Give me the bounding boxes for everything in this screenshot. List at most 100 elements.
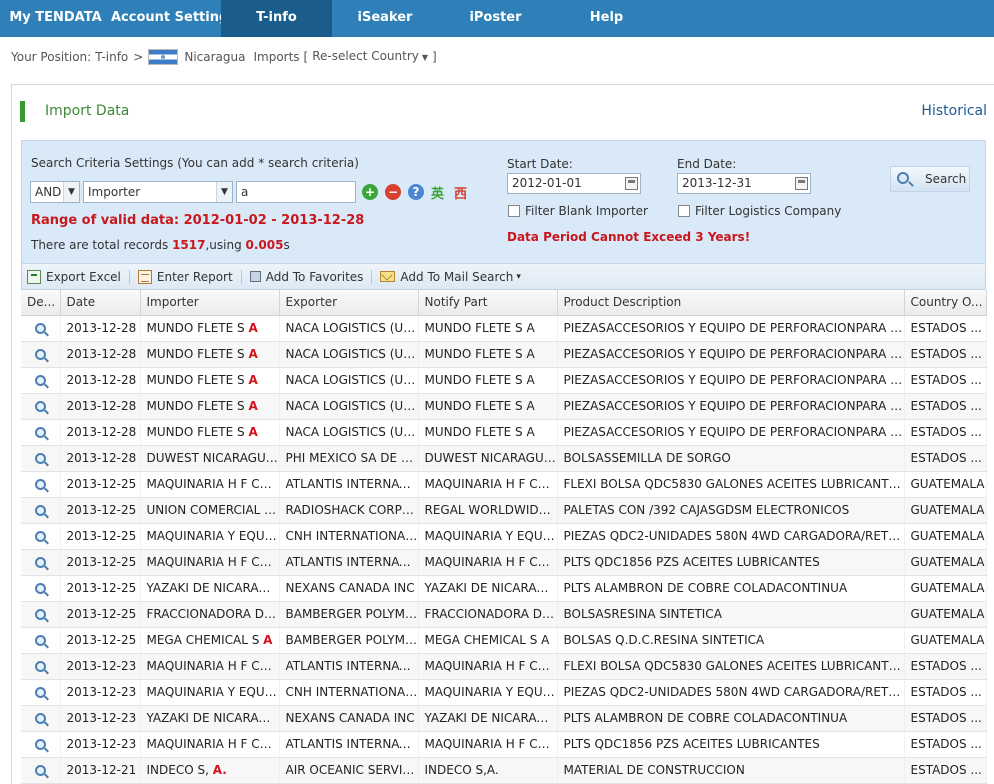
view-detail-icon[interactable] bbox=[34, 687, 46, 698]
search-criteria-panel: Search Criteria Settings (You can add * … bbox=[21, 140, 986, 264]
help-icon[interactable]: ? bbox=[408, 184, 424, 200]
column-header[interactable]: Country O... bbox=[904, 290, 987, 316]
view-detail-icon[interactable] bbox=[34, 479, 46, 490]
table-row[interactable]: 2013-12-23 YAZAKI DE NICARAG... NEXANS CAN… bbox=[21, 705, 987, 732]
nav-item-t-info[interactable]: T-info bbox=[221, 0, 332, 37]
export-excel-label: Export Excel bbox=[46, 269, 121, 284]
view-detail-icon[interactable] bbox=[34, 609, 46, 620]
exporter-cell: BAMBERGER POLYME... bbox=[279, 627, 419, 654]
search-button[interactable]: Search bbox=[890, 166, 970, 192]
table-row[interactable]: 2013-12-23 MAQUINARIA Y EQUI... CNH INTERN… bbox=[21, 679, 987, 706]
table-row[interactable]: 2013-12-28 DUWEST NICARAGUA... PHI MEXICO … bbox=[21, 445, 987, 472]
calendar-icon[interactable] bbox=[795, 177, 808, 190]
view-detail-icon[interactable] bbox=[34, 375, 46, 386]
table-row[interactable]: 2013-12-25 FRACCIONADORA DE ... BAMBERGER … bbox=[21, 601, 987, 628]
importer-name: MAQUINARIA H F CR... bbox=[146, 477, 279, 491]
view-detail-icon[interactable] bbox=[34, 765, 46, 776]
filter-blank-importer-checkbox[interactable] bbox=[508, 205, 520, 217]
view-detail-icon[interactable] bbox=[34, 583, 46, 594]
product-description-cell: MATERIAL DE CONSTRUCCION bbox=[557, 757, 905, 784]
table-row[interactable]: 2013-12-28 MUNDO FLETE S A NACA LOGISTICS … bbox=[21, 315, 987, 342]
column-header[interactable]: Date bbox=[60, 290, 141, 316]
importer-cell: MUNDO FLETE S A bbox=[140, 419, 280, 446]
table-row[interactable]: 2013-12-25 MAQUINARIA Y EQUI... CNH INTERN… bbox=[21, 523, 987, 550]
filter-blank-importer-label: Filter Blank Importer bbox=[525, 204, 648, 218]
column-header[interactable]: Notify Part bbox=[418, 290, 558, 316]
breadcrumb-type: Imports bbox=[253, 50, 300, 64]
table-row[interactable]: 2013-12-28 MUNDO FLETE S A NACA LOGISTICS … bbox=[21, 393, 987, 420]
start-date-label: Start Date: bbox=[507, 157, 573, 171]
view-detail-icon[interactable] bbox=[34, 323, 46, 334]
importer-name: UNION COMERCIAL D... bbox=[146, 503, 279, 517]
importer-highlight: A. bbox=[212, 763, 227, 777]
table-row[interactable]: 2013-12-25 YAZAKI DE NICARAG... NEXANS CAN… bbox=[21, 575, 987, 602]
importer-name: MUNDO FLETE S bbox=[146, 347, 245, 361]
add-favorites-button[interactable]: Add To Favorites bbox=[249, 270, 363, 284]
search-button-label: Search bbox=[925, 172, 967, 186]
records-prefix: There are total records bbox=[31, 238, 173, 252]
date-cell: 2013-12-23 bbox=[60, 705, 141, 732]
nav-item-help[interactable]: Help bbox=[553, 0, 660, 37]
view-detail-icon[interactable] bbox=[34, 661, 46, 672]
column-header[interactable]: De... bbox=[21, 290, 61, 316]
toolbar-divider bbox=[128, 269, 130, 284]
view-detail-icon[interactable] bbox=[34, 557, 46, 568]
field-select[interactable]: Importer ▼ bbox=[83, 181, 233, 203]
start-date-input[interactable]: 2012-01-01 bbox=[507, 173, 641, 194]
table-row[interactable]: 2013-12-25 MAQUINARIA H F CR... ATLANTIS I… bbox=[21, 549, 987, 576]
table-row[interactable]: 2013-12-21 INDECO S, A. AIR OCEANIC SERVIC… bbox=[21, 757, 987, 784]
historical-link[interactable]: Historical bbox=[921, 103, 987, 119]
nav-item-account-settings[interactable]: Account Settings bbox=[111, 0, 236, 37]
view-detail-icon[interactable] bbox=[34, 739, 46, 750]
nav-item-iposter[interactable]: iPoster bbox=[438, 0, 553, 37]
column-header[interactable]: Product Description bbox=[557, 290, 905, 316]
nav-item-iseaker[interactable]: iSeaker bbox=[332, 0, 438, 37]
reselect-country-link[interactable]: Re-select Country ▼ bbox=[312, 47, 428, 67]
filter-logistics-checkbox[interactable] bbox=[678, 205, 690, 217]
product-description-cell: FLEXI BOLSA QDC5830 GALONES ACEITES LUBR… bbox=[557, 471, 905, 498]
english-language-button[interactable]: 英 bbox=[431, 183, 444, 202]
table-row[interactable]: 2013-12-28 MUNDO FLETE S A NACA LOGISTICS … bbox=[21, 367, 987, 394]
view-detail-icon[interactable] bbox=[34, 453, 46, 464]
importer-name: MEGA CHEMICAL S bbox=[146, 633, 260, 647]
column-header[interactable]: Importer bbox=[140, 290, 280, 316]
table-row[interactable]: 2013-12-25 MEGA CHEMICAL S A BAMBERGER POL… bbox=[21, 627, 987, 654]
view-detail-icon[interactable] bbox=[34, 531, 46, 542]
add-criteria-button[interactable]: + bbox=[362, 184, 378, 200]
table-row[interactable]: 2013-12-23 MAQUINARIA H F CR... ATLANTIS I… bbox=[21, 653, 987, 680]
breadcrumb-prefix: Your Position: bbox=[11, 50, 92, 64]
detail-cell bbox=[21, 757, 61, 784]
table-row[interactable]: 2013-12-23 MAQUINARIA H F CR... ATLANTIS I… bbox=[21, 731, 987, 758]
view-detail-icon[interactable] bbox=[34, 427, 46, 438]
end-date-input[interactable]: 2013-12-31 bbox=[677, 173, 811, 194]
table-row[interactable]: 2013-12-25 UNION COMERCIAL D... RADIOSHACK… bbox=[21, 497, 987, 524]
importer-cell: MAQUINARIA H F CR... bbox=[140, 471, 280, 498]
breadcrumb-section-link[interactable]: T-info bbox=[95, 48, 128, 66]
spanish-language-button[interactable]: 西 bbox=[454, 183, 467, 202]
nav-item-my-tendata[interactable]: My TENDATA bbox=[0, 0, 111, 37]
export-excel-button[interactable]: Export Excel bbox=[27, 269, 121, 284]
criteria-value-input[interactable]: a bbox=[236, 181, 356, 203]
column-header[interactable]: Exporter bbox=[279, 290, 419, 316]
view-detail-icon[interactable] bbox=[34, 713, 46, 724]
enter-report-button[interactable]: Enter Report bbox=[137, 269, 233, 284]
notify-part-cell: FRACCIONADORA DE ... bbox=[418, 601, 558, 628]
remove-criteria-button[interactable]: − bbox=[385, 184, 401, 200]
table-row[interactable]: 2013-12-28 MUNDO FLETE S A NACA LOGISTICS … bbox=[21, 341, 987, 368]
view-detail-icon[interactable] bbox=[34, 635, 46, 646]
table-row[interactable]: 2013-12-28 MUNDO FLETE S A NACA LOGISTICS … bbox=[21, 419, 987, 446]
table-body: 2013-12-28 MUNDO FLETE S A NACA LOGISTICS … bbox=[21, 315, 987, 784]
view-detail-icon[interactable] bbox=[34, 505, 46, 516]
chevron-down-icon: ▼ bbox=[421, 53, 429, 62]
calendar-icon[interactable] bbox=[625, 177, 638, 190]
view-detail-icon[interactable] bbox=[34, 349, 46, 360]
view-detail-icon[interactable] bbox=[34, 401, 46, 412]
notify-part-cell: MAQUINARIA H F CR... bbox=[418, 653, 558, 680]
start-date-value: 2012-01-01 bbox=[512, 176, 582, 190]
importer-name: MUNDO FLETE S bbox=[146, 321, 245, 335]
logic-select[interactable]: AND ▼ bbox=[30, 181, 80, 203]
importer-cell: YAZAKI DE NICARAG... bbox=[140, 575, 280, 602]
add-mail-search-button[interactable]: Add To Mail Search ▾ bbox=[380, 270, 521, 284]
table-row[interactable]: 2013-12-25 MAQUINARIA H F CR... ATLANTIS I… bbox=[21, 471, 987, 498]
importer-cell: MAQUINARIA Y EQUI... bbox=[140, 523, 280, 550]
